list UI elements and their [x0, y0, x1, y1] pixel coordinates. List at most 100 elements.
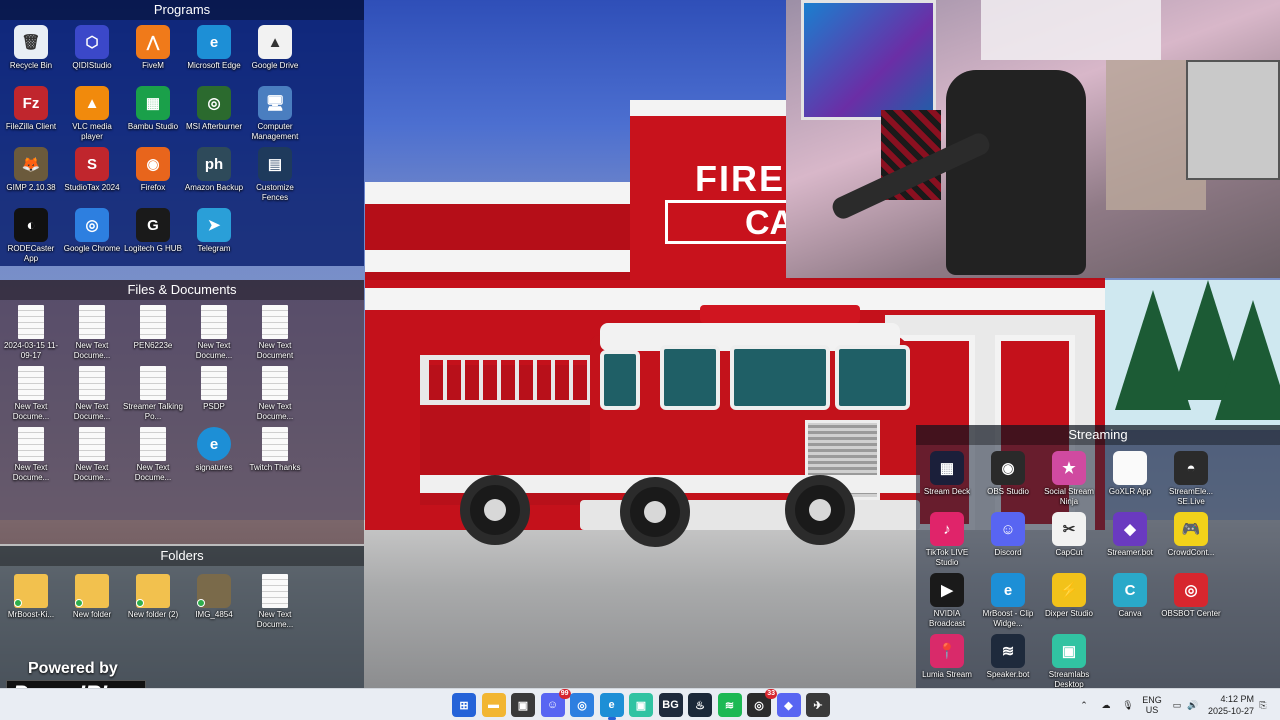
shortcut-label: Customize Fences	[256, 183, 294, 202]
text-document-icon	[140, 305, 166, 339]
desktop-shortcut[interactable]: ◐ RODECaster App	[0, 205, 62, 265]
desktop-shortcut[interactable]: e signatures	[183, 424, 245, 484]
desktop-shortcut[interactable]: ▣ Streamlabs Desktop	[1038, 631, 1100, 691]
desktop-shortcut[interactable]: e Microsoft Edge	[183, 22, 245, 82]
fence-title-folders[interactable]: Folders	[0, 546, 364, 566]
desktop-shortcut[interactable]: New Text Docume...	[244, 571, 306, 631]
desktop-shortcut[interactable]: MrBoost-Ki...	[0, 571, 62, 631]
file-explorer-icon[interactable]: ▬	[481, 693, 506, 717]
red-badge-app-icon[interactable]: ◎ 33	[747, 689, 777, 717]
desktop-shortcut[interactable]: New Text Docume...	[61, 424, 123, 484]
desktop-shortcut[interactable]: ♪ TikTok LIVE Studio	[916, 509, 978, 569]
fence-streaming[interactable]: Streaming ▦ Stream Deck ◉ OBS Studio ★ Social…	[916, 425, 1280, 691]
desktop-shortcut[interactable]: New Text Docume...	[244, 363, 306, 423]
shortcut-label: Twitch Thanks	[249, 463, 301, 472]
desktop-shortcut[interactable]: ▦ Bambu Studio	[122, 83, 184, 143]
shortcut-label: New Text Docume...	[73, 341, 111, 360]
fivem-icon: ⋀	[136, 25, 170, 59]
desktop-shortcut[interactable]: ≋ Speaker.bot	[977, 631, 1039, 691]
desktop-shortcut[interactable]: ph Amazon Backup	[183, 144, 245, 204]
desktop-shortcut[interactable]: ◎ OBSBOT Center	[1160, 570, 1222, 630]
desktop-shortcut[interactable]: New Text Document	[244, 302, 306, 362]
onedrive-cloud-icon[interactable]: ☁	[1098, 689, 1114, 720]
desktop-shortcut[interactable]: PSDP	[183, 363, 245, 423]
desktop-shortcut[interactable]: Twitch Thanks	[244, 424, 306, 484]
desktop-shortcut[interactable]: ◎ Google Chrome	[61, 205, 123, 265]
desktop-shortcut[interactable]: ⬡ QIDIStudio	[61, 22, 123, 82]
desktop-shortcut[interactable]: PEN6223e	[122, 302, 184, 362]
desktop-shortcut[interactable]: Fz FileZilla Client	[0, 83, 62, 143]
shortcut-label: New Text Docume...	[134, 463, 172, 482]
desktop-shortcut[interactable]: ◆ Streamer.bot	[1099, 509, 1161, 569]
text-document-icon	[140, 427, 166, 461]
shortcut-label: MrBoost - Clip Widge...	[982, 609, 1034, 628]
desktop-shortcut[interactable]: New Text Docume...	[0, 424, 62, 484]
desktop-shortcut[interactable]: Streamer Talking Po...	[122, 363, 184, 423]
store-icon[interactable]: ▣	[511, 693, 535, 717]
desktop-shortcut[interactable]: New Text Docume...	[61, 302, 123, 362]
desktop-shortcut[interactable]: ▦ Stream Deck	[916, 448, 978, 508]
desktop-shortcut[interactable]: ★ Social Stream Ninja	[1038, 448, 1100, 508]
desktop-shortcut[interactable]: GoXLR App	[1099, 448, 1161, 508]
fence-title-streaming[interactable]: Streaming	[916, 425, 1280, 445]
streamerbot-taskbar-icon[interactable]: ◆	[776, 693, 801, 717]
shortcut-label: Logitech G HUB	[124, 244, 182, 253]
system-clock[interactable]: 4:12 PM 2025-10-27	[1204, 693, 1254, 717]
lumia-icon: 📍	[930, 634, 964, 668]
fence-programs[interactable]: Programs 🗑 Recycle Bin ⬡ QIDIStudio ⋀ FiveM e M…	[0, 0, 364, 266]
desktop-shortcut[interactable]: 🎮 CrowdCont...	[1160, 509, 1222, 569]
desktop-shortcut[interactable]: New folder (2)	[122, 571, 184, 631]
desktop-shortcut[interactable]: ▲ Google Drive	[244, 22, 306, 82]
desktop-shortcut[interactable]: ◉ Firefox	[122, 144, 184, 204]
desktop-shortcut[interactable]: IMG_4854	[183, 571, 245, 631]
desktop-shortcut[interactable]: ▲ VLC media player	[61, 83, 123, 143]
desktop-shortcut[interactable]: ◓ StreamEle... SE.Live	[1160, 448, 1222, 508]
discord-taskbar-icon[interactable]: ☺ 99	[540, 689, 571, 717]
desktop-shortcut[interactable]: ⚡ Dixper Studio	[1038, 570, 1100, 630]
edge-taskbar-icon[interactable]: e	[599, 693, 624, 720]
volume-icon[interactable]: 🔊	[1186, 689, 1200, 720]
desktop-shortcut[interactable]: New Text Docume...	[122, 424, 184, 484]
desktop-shortcut[interactable]: 2024-03-15 11-09-17	[0, 302, 62, 362]
desktop-shortcut[interactable]: New folder	[61, 571, 123, 631]
desktop-shortcut[interactable]: ▶ NVIDIA Broadcast	[916, 570, 978, 630]
fence-title-files[interactable]: Files & Documents	[0, 280, 364, 300]
desktop-shortcut[interactable]: ▤ Customize Fences	[244, 144, 306, 204]
desktop-shortcut[interactable]: 🦊 GIMP 2.10.38	[0, 144, 62, 204]
network-icon[interactable]: ▭	[1170, 689, 1184, 720]
shortcut-label: Dixper Studio	[1044, 609, 1094, 618]
brand-powered-by: Powered by	[28, 660, 118, 677]
shortcut-label: Bambu Studio	[127, 122, 179, 131]
desktop-shortcut[interactable]: 🖥 Computer Management	[244, 83, 306, 143]
desktop-shortcut[interactable]: ☺ Discord	[977, 509, 1039, 569]
language-indicator[interactable]: ENG US	[1140, 689, 1164, 720]
desktop-shortcut[interactable]: e MrBoost - Clip Widge...	[977, 570, 1039, 630]
desktop-shortcut[interactable]: New Text Docume...	[183, 302, 245, 362]
desktop-shortcut[interactable]: ⋀ FiveM	[122, 22, 184, 82]
desktop-shortcut[interactable]: ◉ OBS Studio	[977, 448, 1039, 508]
show-hidden-icons-chevron-icon[interactable]: ⌃	[1076, 689, 1092, 720]
steam-taskbar-icon[interactable]: ♨	[688, 693, 712, 717]
desktop-shortcut[interactable]: C Canva	[1099, 570, 1161, 630]
chrome-taskbar-icon[interactable]: ◎	[570, 693, 594, 717]
desktop-shortcut[interactable]: ➤ Telegram	[183, 205, 245, 265]
spotify-taskbar-icon[interactable]: ≋	[717, 693, 742, 717]
fence-title-programs[interactable]: Programs	[0, 0, 364, 20]
streamlabs-taskbar-icon[interactable]: ▣	[629, 693, 653, 717]
start-button[interactable]: ⊞	[452, 693, 476, 717]
desktop-shortcut[interactable]: ◎ MSI Afterburner	[183, 83, 245, 143]
desktop-shortcut[interactable]: New Text Docume...	[0, 363, 62, 423]
desktop-shortcut[interactable]: G Logitech G HUB	[122, 205, 184, 265]
notification-bell-icon[interactable]: ⎘	[1256, 689, 1270, 720]
game-taskbar-icon[interactable]: ✈	[806, 693, 830, 717]
desktop-shortcut[interactable]: 📍 Lumia Stream	[916, 631, 978, 691]
fence-files-documents[interactable]: Files & Documents 2024-03-15 11-09-17 New…	[0, 280, 364, 544]
streamelements-icon: ◓	[1174, 451, 1208, 485]
desktop-shortcut[interactable]: 🗑 Recycle Bin	[0, 22, 62, 82]
desktop-shortcut[interactable]: S StudioTax 2024	[61, 144, 123, 204]
bg-taskbar-icon[interactable]: BG	[658, 693, 683, 717]
desktop-shortcut[interactable]: ✂ CapCut	[1038, 509, 1100, 569]
microphone-icon[interactable]: 🎙	[1120, 689, 1136, 720]
text-document-icon	[262, 305, 288, 339]
desktop-shortcut[interactable]: New Text Docume...	[61, 363, 123, 423]
